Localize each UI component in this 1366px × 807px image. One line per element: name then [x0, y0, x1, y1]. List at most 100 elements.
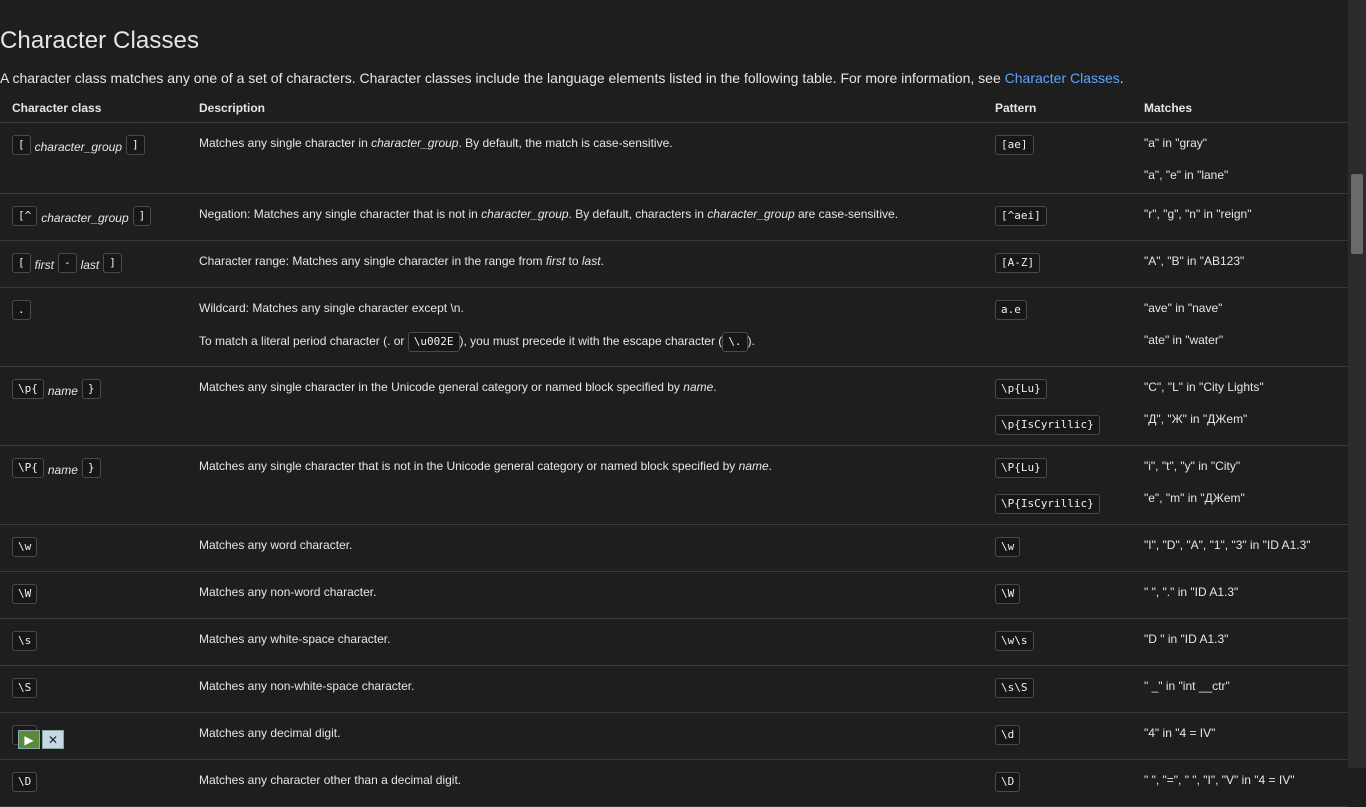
description-text: ). — [747, 334, 755, 348]
match-text: "ave" in "nave" — [1144, 301, 1223, 315]
pattern-cell: \w — [983, 524, 1132, 572]
matches-cell: "C", "L" in "City Lights" "Д", "Ж" in "ДЖ… — [1132, 366, 1348, 446]
description-cell: Matches any white-space character. — [187, 618, 983, 666]
char-class-cell: \p{name} — [0, 366, 187, 446]
char-class-cell: \P{name} — [0, 445, 187, 525]
char-class-cell: \W — [0, 571, 187, 619]
code-token: - — [57, 253, 77, 273]
table-header-row: Character class Description Pattern Matc… — [0, 93, 1348, 123]
pattern-code: \P{IsCyrillic} — [995, 494, 1100, 514]
column-header-matches: Matches — [1132, 93, 1348, 123]
close-icon[interactable]: ✕ — [42, 730, 64, 749]
match-text: " ", "." in "ID A1.3" — [1144, 585, 1239, 599]
pattern-code: \W — [995, 584, 1021, 604]
intro-text: A character class matches any one of a s… — [0, 70, 1005, 86]
char-class-cell: [first - last] — [0, 240, 187, 288]
description-cell: Character range: Matches any single char… — [187, 240, 983, 288]
scroll-up-arrow-icon[interactable] — [1348, 0, 1366, 14]
pattern-cell: a.e — [983, 287, 1132, 367]
char-class-cell: \s — [0, 618, 187, 666]
pattern-cell: \d — [983, 712, 1132, 760]
match-text: "a", "e" in "lane" — [1144, 168, 1229, 182]
description-text: Matches any word character. — [199, 538, 353, 552]
description-text: Matches any single character in the Unic… — [199, 380, 684, 394]
match-text: "D " in "ID A1.3" — [1144, 632, 1229, 646]
pattern-cell: \s\S — [983, 665, 1132, 713]
pattern-code: \p{IsCyrillic} — [995, 415, 1100, 435]
match-text: "a" in "gray" — [1144, 136, 1208, 150]
pattern-code: \w — [995, 537, 1021, 557]
scroll-down-arrow-icon[interactable] — [1348, 754, 1366, 768]
table-row: \p{name} Matches any single character in… — [0, 366, 1348, 446]
pattern-cell: \p{Lu} \p{IsCyrillic} — [983, 366, 1132, 446]
placeholder-text: character_group — [34, 140, 123, 154]
vertical-scrollbar[interactable] — [1348, 0, 1366, 768]
pattern-cell: \D — [983, 759, 1132, 807]
pattern-code: \s\S — [995, 678, 1034, 698]
match-text: " _" in "int __ctr" — [1144, 679, 1230, 693]
intro-paragraph: A character class matches any one of a s… — [0, 70, 1124, 86]
description-cell: Matches any character other than a decim… — [187, 759, 983, 807]
code-token: \s — [12, 631, 38, 651]
description-cell: Matches any decimal digit. — [187, 712, 983, 760]
table-row: . Wildcard: Matches any single character… — [0, 287, 1348, 367]
page-title: Character Classes — [0, 27, 200, 54]
description-text: Wildcard: Matches any single character e… — [199, 301, 464, 315]
pattern-cell: [^aei] — [983, 193, 1132, 241]
media-controls: ▶ ✕ — [18, 730, 64, 749]
code-token: \. — [722, 332, 748, 352]
match-text: " ", "=", " ", "I", "V" in "4 = IV" — [1144, 773, 1295, 787]
column-header-description: Description — [187, 93, 983, 123]
char-class-cell: [^ character_group] — [0, 193, 187, 241]
table-row: \s Matches any white-space character. \w… — [0, 618, 1348, 666]
code-token: [ — [12, 253, 31, 273]
placeholder-text: name — [47, 463, 78, 477]
match-text: "e", "m" in "ДЖem" — [1144, 491, 1245, 505]
description-emphasis: name — [738, 459, 769, 473]
pattern-code: \P{Lu} — [995, 458, 1047, 478]
char-class-cell: . — [0, 287, 187, 367]
code-token: ] — [103, 253, 122, 273]
matches-cell: " _" in "int __ctr" — [1132, 665, 1348, 713]
scrollbar-thumb[interactable] — [1351, 174, 1363, 254]
code-token: \D — [12, 772, 38, 792]
placeholder-text: character_group — [41, 211, 129, 225]
description-cell: Matches any word character. — [187, 524, 983, 572]
matches-cell: "ave" in "nave" "ate" in "water" — [1132, 287, 1348, 367]
table-row: \D Matches any character other than a de… — [0, 759, 1348, 807]
match-text: "4" in "4 = IV" — [1144, 726, 1216, 740]
description-emphasis: character_group — [371, 136, 459, 150]
char-class-cell: \w — [0, 524, 187, 572]
code-token: \w — [12, 537, 38, 557]
description-text: . — [713, 380, 717, 394]
play-icon[interactable]: ▶ — [18, 730, 40, 749]
matches-cell: "4" in "4 = IV" — [1132, 712, 1348, 760]
pattern-cell: \w\s — [983, 618, 1132, 666]
description-text: Matches any single character that is not… — [199, 459, 739, 473]
match-text: "A", "B" in "AB123" — [1144, 254, 1245, 268]
description-text: are case-sensitive. — [794, 207, 899, 221]
pattern-code: \d — [995, 725, 1021, 745]
description-emphasis: name — [683, 380, 714, 394]
code-token: } — [81, 458, 101, 478]
code-token: ] — [132, 206, 152, 226]
match-text: "Д", "Ж" in "ДЖem" — [1144, 412, 1248, 426]
match-text: "i", "t", "y" in "City" — [1144, 459, 1241, 473]
page: Character Classes A character class matc… — [0, 0, 1348, 807]
match-text: "I", "D", "A", "1", "3" in "ID A1.3" — [1144, 538, 1311, 552]
table-row: [first - last] Character range: Matches an… — [0, 240, 1348, 288]
table-row: \d Matches any decimal digit. \d "4" in … — [0, 712, 1348, 760]
pattern-code: \D — [995, 772, 1021, 792]
code-token: \P{ — [12, 458, 44, 478]
description-text: . By default, characters in — [568, 207, 708, 221]
character-classes-link[interactable]: Character Classes — [1005, 70, 1120, 86]
code-token: } — [81, 379, 101, 399]
code-token: \p{ — [12, 379, 44, 399]
char-class-cell: [character_group] — [0, 122, 187, 194]
char-class-cell: \D — [0, 759, 187, 807]
placeholder-text: first — [34, 258, 54, 272]
description-cell: Matches any non-word character. — [187, 571, 983, 619]
description-text: Matches any decimal digit. — [199, 726, 341, 740]
matches-cell: "D " in "ID A1.3" — [1132, 618, 1348, 666]
description-emphasis: character_group — [707, 207, 795, 221]
